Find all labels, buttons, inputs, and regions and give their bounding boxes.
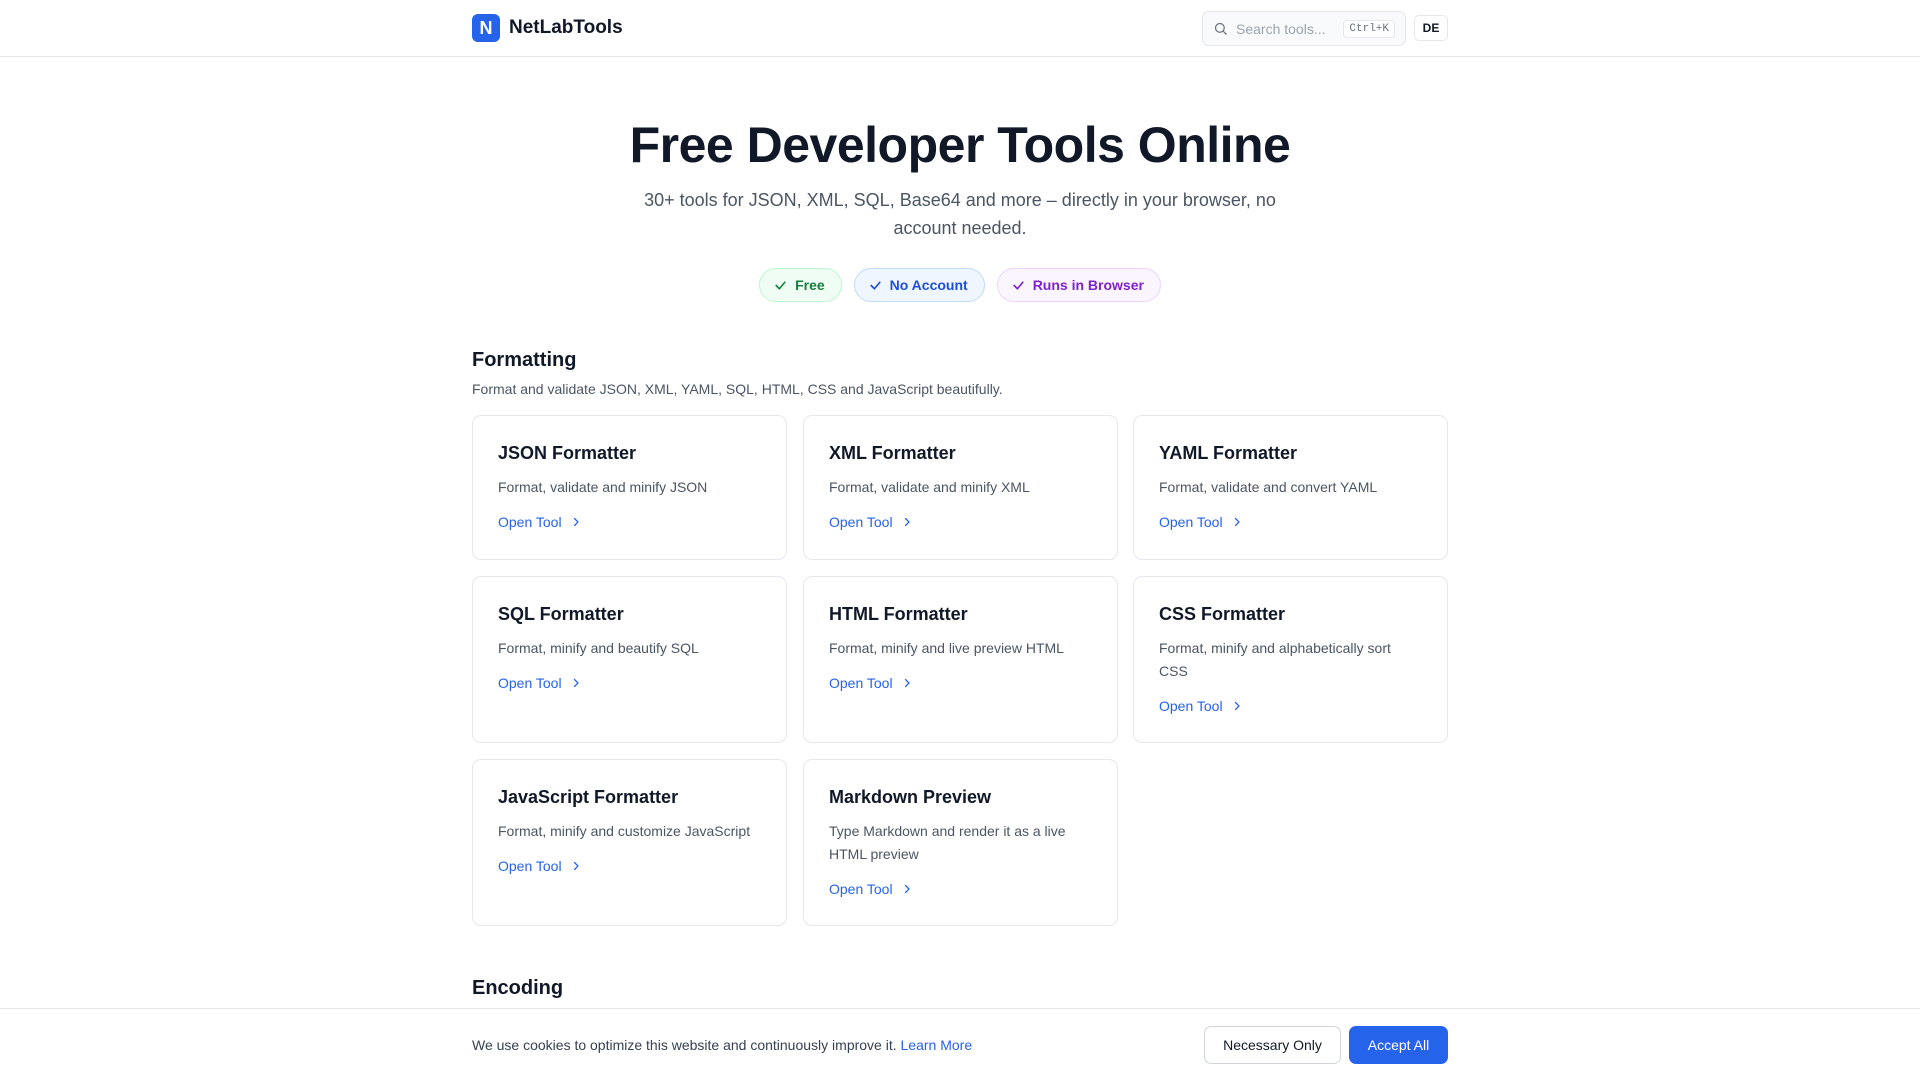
cookie-banner: We use cookies to optimize this website … xyxy=(0,1008,1920,1080)
tool-card-description: Format, minify and customize JavaScript xyxy=(498,823,751,839)
search-icon xyxy=(1214,22,1227,35)
tool-card-title: JSON Formatter xyxy=(498,443,637,463)
page-title: Free Developer Tools Online xyxy=(629,117,1291,173)
tool-card-description: Format, validate and minify JSON xyxy=(498,479,708,495)
brand-name: NetLabTools xyxy=(509,17,623,38)
learn-more-link[interactable]: Learn More xyxy=(901,1037,973,1053)
tool-card-javascript-formatter[interactable]: JavaScript Formatter Format, minify and … xyxy=(472,759,787,926)
tool-card-title: HTML Formatter xyxy=(829,604,968,624)
chevron-right-icon xyxy=(1234,701,1240,711)
open-tool-link[interactable]: Open Tool xyxy=(498,858,761,874)
search-placeholder: Search tools... xyxy=(1236,20,1326,37)
open-tool-label: Open Tool xyxy=(498,858,562,874)
chevron-right-icon xyxy=(1234,517,1240,527)
chevron-right-icon xyxy=(904,884,910,894)
accept-all-button[interactable]: Accept All xyxy=(1349,1026,1448,1064)
check-icon xyxy=(869,280,881,290)
chevron-right-icon xyxy=(573,517,579,527)
page-subtitle: 30+ tools for JSON, XML, SQL, Base64 and… xyxy=(644,190,1276,238)
open-tool-label: Open Tool xyxy=(498,675,562,691)
section-title-encoding: Encoding xyxy=(472,977,564,999)
chevron-right-icon xyxy=(904,517,910,527)
badge-runs-in-browser: Runs in Browser xyxy=(996,268,1161,302)
open-tool-link[interactable]: Open Tool xyxy=(829,514,1092,530)
necessary-only-button[interactable]: Necessary Only xyxy=(1204,1026,1341,1064)
open-tool-link[interactable]: Open Tool xyxy=(829,675,1092,691)
tool-card-description: Format, validate and convert YAML xyxy=(1159,479,1378,495)
tool-card-description: Format, minify and alphabetically sort C… xyxy=(1159,640,1391,679)
cookie-message: We use cookies to optimize this website … xyxy=(472,1037,972,1053)
open-tool-label: Open Tool xyxy=(829,675,893,691)
open-tool-link[interactable]: Open Tool xyxy=(498,675,761,691)
open-tool-link[interactable]: Open Tool xyxy=(1159,698,1422,714)
open-tool-link[interactable]: Open Tool xyxy=(829,881,1092,897)
tool-card-description: Format, minify and beautify SQL xyxy=(498,640,699,656)
open-tool-label: Open Tool xyxy=(1159,698,1223,714)
tool-card-markdown-preview[interactable]: Markdown Preview Type Markdown and rende… xyxy=(803,759,1118,926)
tool-card-description: Format, validate and minify XML xyxy=(829,479,1030,495)
tool-card-description: Format, minify and live preview HTML xyxy=(829,640,1064,656)
chevron-right-icon xyxy=(573,861,579,871)
open-tool-label: Open Tool xyxy=(829,881,893,897)
tool-card-title: Markdown Preview xyxy=(829,787,992,807)
tool-card-title: YAML Formatter xyxy=(1159,443,1298,463)
hero: Free Developer Tools Online 30+ tools fo… xyxy=(0,112,1920,302)
open-tool-label: Open Tool xyxy=(498,514,562,530)
open-tool-label: Open Tool xyxy=(1159,514,1223,530)
section-title-formatting: Formatting xyxy=(472,349,577,371)
tool-card-sql-formatter[interactable]: SQL Formatter Format, minify and beautif… xyxy=(472,576,787,743)
tool-card-description: Type Markdown and render it as a live HT… xyxy=(829,823,1066,862)
check-icon xyxy=(775,280,786,290)
tool-card-xml-formatter[interactable]: XML Formatter Format, validate and minif… xyxy=(803,415,1118,560)
tool-card-title: JavaScript Formatter xyxy=(498,787,679,807)
chevron-right-icon xyxy=(573,678,579,688)
tool-card-title: CSS Formatter xyxy=(1159,604,1286,624)
badge-label: No Account xyxy=(889,277,968,293)
badge-label: Runs in Browser xyxy=(1032,277,1144,293)
open-tool-label: Open Tool xyxy=(829,514,893,530)
logo-link[interactable]: N NetLabTools xyxy=(472,14,623,42)
chevron-right-icon xyxy=(904,678,910,688)
language-switch-button[interactable]: DE xyxy=(1414,15,1448,41)
tool-card-title: XML Formatter xyxy=(829,443,956,463)
search-shortcut: Ctrl+K xyxy=(1343,19,1395,38)
feature-badges: Free No Account Runs in Browser xyxy=(0,268,1920,302)
cookie-text: We use cookies to optimize this website … xyxy=(472,1037,901,1053)
open-tool-link[interactable]: Open Tool xyxy=(1159,514,1422,530)
tool-card-html-formatter[interactable]: HTML Formatter Format, minify and live p… xyxy=(803,576,1118,743)
badge-free: Free xyxy=(759,268,842,302)
tool-card-title: SQL Formatter xyxy=(498,604,624,624)
tool-card-css-formatter[interactable]: CSS Formatter Format, minify and alphabe… xyxy=(1133,576,1448,743)
badge-label: Free xyxy=(795,277,825,293)
tool-card-yaml-formatter[interactable]: YAML Formatter Format, validate and conv… xyxy=(1133,415,1448,560)
site-header: N NetLabTools Search tools... Ctrl+K DE xyxy=(0,0,1920,57)
logo-icon: N xyxy=(472,14,500,42)
section-description-formatting: Format and validate JSON, XML, YAML, SQL… xyxy=(472,381,1003,397)
open-tool-link[interactable]: Open Tool xyxy=(498,514,761,530)
tool-card-json-formatter[interactable]: JSON Formatter Format, validate and mini… xyxy=(472,415,787,560)
badge-no-account: No Account xyxy=(853,268,985,302)
check-icon xyxy=(1013,280,1024,290)
search-input[interactable]: Search tools... Ctrl+K xyxy=(1202,11,1406,46)
